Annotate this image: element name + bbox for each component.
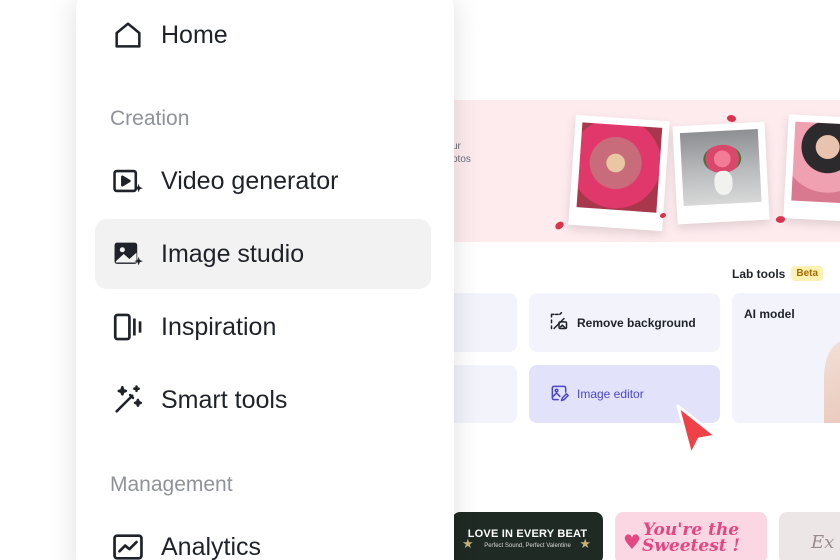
image-editor-label: Image editor [577,387,644,401]
template-partial[interactable]: Ex [779,512,840,560]
menu-item-video-generator[interactable]: Video generator [95,146,431,216]
ai-model-card[interactable]: AI model [732,293,840,423]
menu-item-inspiration[interactable]: Inspiration [95,292,431,362]
video-generator-icon [111,164,145,198]
banner-photo-portrait [783,114,840,222]
banner-text: ur otos [452,140,471,166]
remove-background-icon [549,311,569,334]
remove-background-label: Remove background [577,315,696,330]
ai-model-label: AI model [744,307,795,321]
section-label-management: Management [110,473,233,496]
template-love-beat[interactable]: ★ ★ LOVE IN EVERY BEAT Perfect Sound, Pe… [452,512,603,560]
menu-item-label: Image studio [161,239,305,268]
magic-wand-icon [111,383,145,417]
template-sweetest-text: You're the Sweetest ! [641,522,740,556]
remove-background-card[interactable]: Remove background [529,293,720,352]
menu-item-label: Smart tools [161,385,288,414]
template-sweetest-line2: Sweetest ! [641,536,740,556]
image-studio-icon [111,237,145,271]
template-sweetest[interactable]: ♥ You're the Sweetest ! [615,512,767,560]
star-icon: ★ [579,536,591,551]
mouse-cursor-icon [676,404,718,457]
menu-item-analytics[interactable]: Analytics [95,512,431,560]
sidebar-menu: Home Creation Video generator Image stud… [76,0,454,560]
menu-item-image-studio[interactable]: Image studio [95,219,431,289]
banner-text-line2: otos [452,154,471,165]
template-love-beat-subtitle: Perfect Sound, Perfect Valentine [484,542,571,549]
banner-text-line1: ur [452,141,461,152]
lab-tools-heading: Lab tools Beta [732,266,824,281]
template-love-beat-title: LOVE IN EVERY BEAT [467,527,588,540]
banner-photo-rose-vase [672,121,770,225]
menu-item-label: Inspiration [161,312,277,341]
star-icon: ★ [462,536,474,551]
inspiration-icon [111,310,145,344]
template-partial-text: Ex [811,532,835,553]
menu-item-home[interactable]: Home [95,0,431,70]
menu-item-label: Home [161,20,228,49]
ai-model-preview [824,341,840,423]
section-label-creation: Creation [110,107,190,130]
analytics-icon [111,530,145,560]
menu-item-smart-tools[interactable]: Smart tools [95,365,431,435]
banner-photo-roses-woman [568,114,670,232]
home-icon [111,18,145,52]
heart-icon: ♥ [623,530,641,554]
beta-badge: Beta [791,266,824,281]
lab-tools-label: Lab tools [732,266,786,281]
menu-item-label: Analytics [161,532,262,560]
image-editor-icon [549,383,569,406]
menu-item-label: Video generator [161,166,339,195]
